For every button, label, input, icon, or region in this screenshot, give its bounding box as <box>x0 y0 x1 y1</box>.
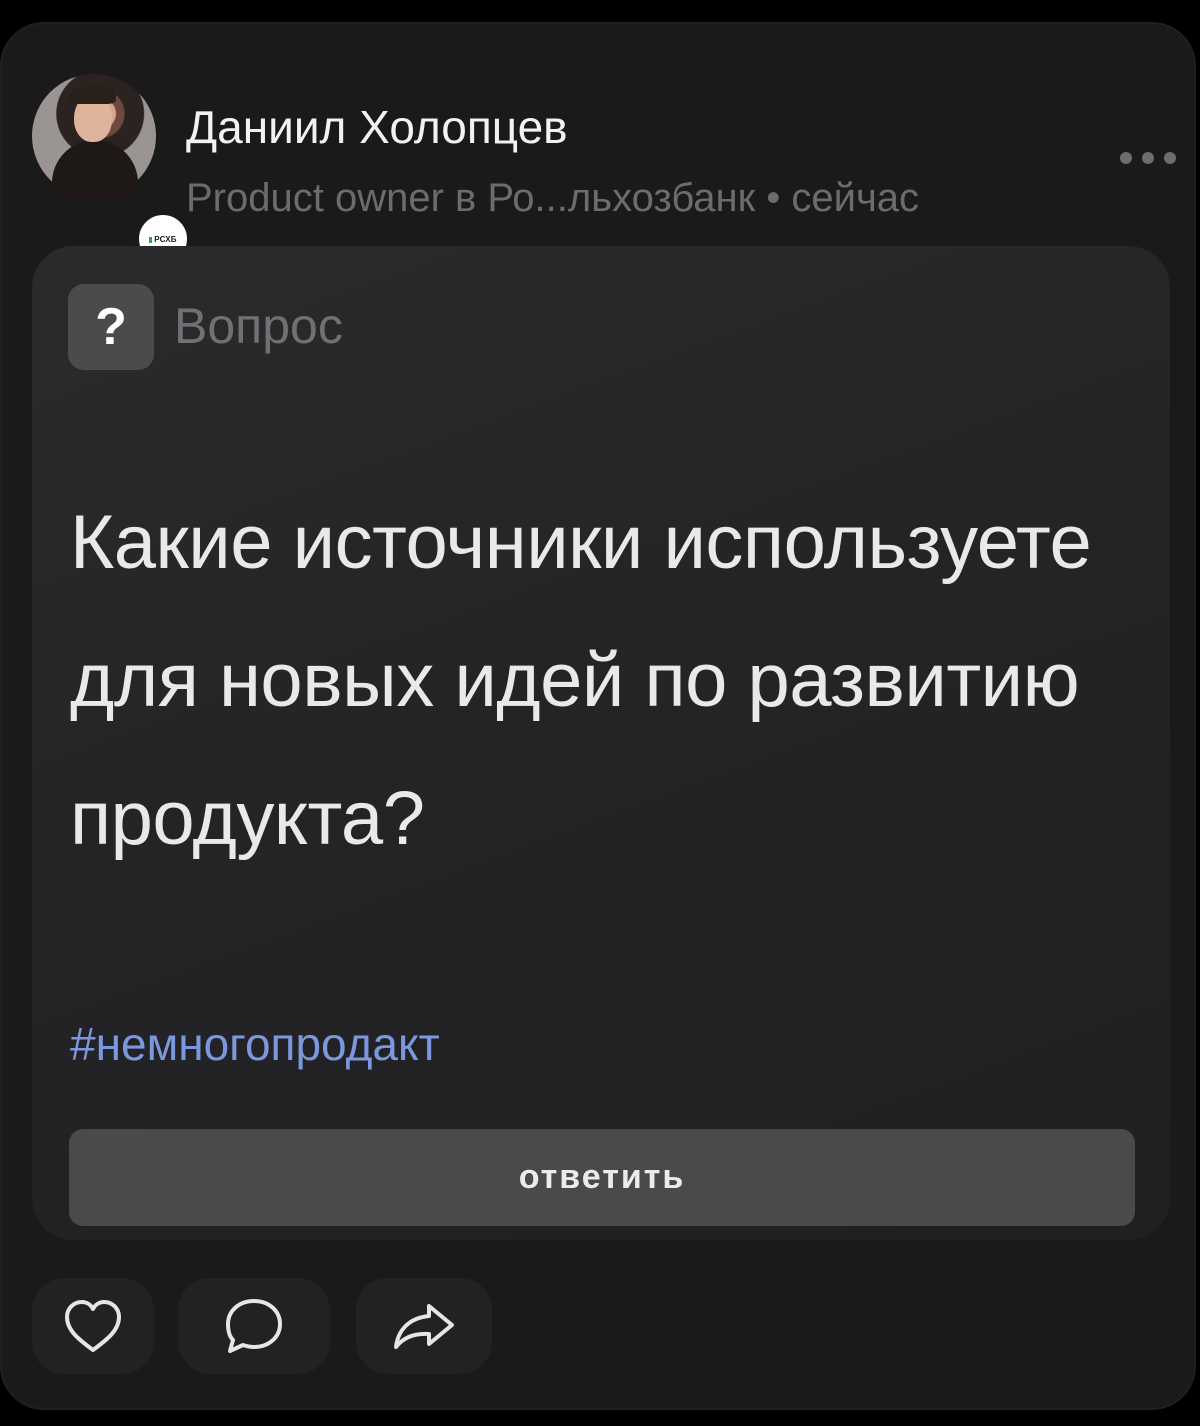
more-horizontal-icon <box>1120 152 1132 164</box>
like-button[interactable] <box>32 1278 154 1374</box>
question-badge-label: Вопрос <box>174 298 343 354</box>
answer-button[interactable]: ответить <box>69 1129 1135 1226</box>
comment-icon <box>226 1299 282 1353</box>
company-badge-label: РСХБ <box>149 235 177 244</box>
question-mark-icon: ? <box>68 284 154 370</box>
hashtag-link[interactable]: #немногопродакт <box>70 1018 440 1070</box>
question-text: Какие источники используете для новых ид… <box>70 500 1092 861</box>
comment-button[interactable] <box>178 1278 330 1374</box>
share-icon <box>394 1304 454 1349</box>
post-card: РСХБ Даниил Холопцев Product owner в Ро.… <box>0 22 1196 1410</box>
heart-icon <box>65 1300 121 1352</box>
question-card: ? Вопрос Какие источники используете для… <box>32 246 1170 1240</box>
author-name[interactable]: Даниил Холопцев <box>186 102 568 152</box>
author-meta: Product owner в Ро...льхозбанк • сейчас <box>186 176 920 220</box>
share-button[interactable] <box>356 1278 492 1374</box>
more-options-button[interactable] <box>1120 148 1176 168</box>
author-avatar[interactable]: РСХБ <box>32 74 192 268</box>
